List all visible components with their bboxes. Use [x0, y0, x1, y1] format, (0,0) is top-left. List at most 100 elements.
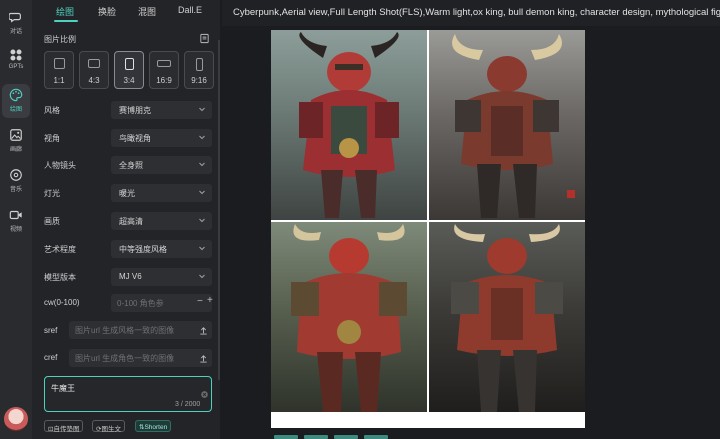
- cref-input[interactable]: 图片url 生成角色一致的图像: [69, 349, 212, 367]
- active-tab-indicator: [54, 20, 78, 22]
- chevron-down-icon: [199, 218, 205, 223]
- nav-rail: 对话 GPTs 绘图 画廊 音乐 视频: [0, 0, 32, 439]
- select-value: 鸟瞰视角: [119, 134, 151, 143]
- ratio-option-1-1[interactable]: 1:1: [44, 51, 74, 89]
- generated-image-grid[interactable]: [271, 30, 585, 428]
- chevron-down-icon: [199, 274, 205, 279]
- tab-draw[interactable]: 绘图: [56, 5, 74, 18]
- quality-label: 画质: [44, 217, 60, 226]
- history-icon[interactable]: [199, 33, 210, 44]
- image-to-text-button[interactable]: ⟳图生文: [92, 420, 125, 433]
- rail-item-music[interactable]: 音乐: [2, 164, 30, 198]
- chevron-down-icon: [199, 162, 205, 167]
- model-version-label: 模型版本: [44, 273, 76, 282]
- bull-demon-figure: [299, 32, 399, 218]
- bull-demon-figure: [451, 224, 563, 412]
- select-value: 中等强度风格: [119, 245, 167, 254]
- ratio-shape-icon: [195, 58, 203, 71]
- ratio-label: 3:4: [123, 76, 135, 85]
- ratio-option-3-4[interactable]: 3:4: [114, 51, 144, 89]
- chevron-down-icon: [199, 135, 205, 140]
- ratio-label: 4:3: [88, 76, 100, 85]
- tab-blend[interactable]: 混图: [138, 5, 156, 18]
- ratio-option-9-16[interactable]: 9:16: [184, 51, 214, 89]
- chip-label: 图生文: [101, 426, 121, 433]
- image-tile-3[interactable]: [271, 222, 427, 412]
- chevron-down-icon: [199, 107, 205, 112]
- ratio-option-4-3[interactable]: 4:3: [79, 51, 109, 89]
- select-value: MJ V6: [119, 272, 142, 281]
- cw-label: cw(0-100): [44, 298, 80, 307]
- ratio-label: 1:1: [53, 76, 65, 85]
- rail-item-video[interactable]: 视频: [2, 204, 30, 238]
- action-button-u2[interactable]: [304, 435, 328, 439]
- cref-placeholder: 图片url 生成角色一致的图像: [75, 354, 175, 363]
- ratio-option-16-9[interactable]: 16:9: [149, 51, 179, 89]
- lighting-select[interactable]: 暖光: [111, 184, 212, 202]
- apps-icon: [10, 49, 22, 61]
- style-select[interactable]: 赛博朋克: [111, 101, 212, 119]
- image-tile-1[interactable]: [271, 30, 427, 220]
- upload-icon[interactable]: [199, 354, 208, 363]
- ratio-shape-icon: [88, 59, 100, 68]
- rail-item-gpts[interactable]: GPTs: [2, 44, 30, 78]
- chip-label: 自传垫图: [53, 426, 80, 433]
- upload-icon[interactable]: [199, 326, 208, 335]
- rail-item-chat[interactable]: 对话: [2, 6, 30, 40]
- action-button-u1[interactable]: [274, 435, 298, 439]
- mode-tabs: 绘图 换脸 混图 Dall.E: [32, 0, 220, 24]
- ratio-section-title: 图片比例: [44, 35, 76, 44]
- select-value: 暖光: [119, 189, 135, 198]
- rail-item-gallery[interactable]: 画廊: [2, 124, 30, 158]
- sref-input[interactable]: 图片url 生成风格一致的图像: [69, 321, 212, 339]
- avatar[interactable]: [4, 407, 28, 431]
- char-counter: 3 / 2000: [175, 401, 201, 408]
- rail-label: 绘图: [9, 107, 22, 113]
- rail-label: 视频: [9, 227, 22, 233]
- panel-scrollbar[interactable]: [218, 40, 220, 380]
- cw-stepper[interactable]: −: [197, 296, 203, 307]
- rail-label: 对话: [9, 29, 22, 35]
- prompt-display-bar: Cyberpunk,Aerial view,Full Length Shot(F…: [222, 0, 720, 26]
- tab-faceswap[interactable]: 换脸: [98, 5, 116, 18]
- cw-placeholder: 0-100 角色参: [117, 299, 164, 308]
- rail-label: 画廊: [9, 147, 22, 153]
- chevron-down-icon: [199, 246, 205, 251]
- tab-dalle[interactable]: Dall.E: [178, 5, 202, 15]
- art-level-label: 艺术程度: [44, 245, 76, 254]
- model-version-select[interactable]: MJ V6: [111, 268, 212, 286]
- gallery-icon: [10, 129, 22, 141]
- bull-demon-figure: [452, 34, 575, 218]
- action-button-u3[interactable]: [334, 435, 358, 439]
- image-tile-4[interactable]: [429, 222, 585, 412]
- select-value: 赛博朋克: [119, 106, 151, 115]
- prompt-textarea[interactable]: 牛魔王 3 / 2000: [44, 376, 212, 412]
- app-root: 对话 GPTs 绘图 画廊 音乐 视频 绘图 换脸 混图 Dall.E 图片比例…: [0, 0, 720, 439]
- clear-icon[interactable]: [201, 391, 208, 398]
- cw-plus[interactable]: +: [207, 295, 213, 306]
- bull-demon-figure: [291, 224, 407, 412]
- cref-label: cref: [44, 353, 58, 362]
- select-value: 超高清: [119, 217, 143, 226]
- rail-label: 音乐: [9, 187, 22, 193]
- ratio-shape-icon: [157, 60, 171, 67]
- palette-icon: [9, 88, 23, 102]
- art-level-select[interactable]: 中等强度风格: [111, 240, 212, 258]
- select-value: 全身照: [119, 161, 143, 170]
- shot-select[interactable]: 全身照: [111, 156, 212, 174]
- action-button-u4[interactable]: [364, 435, 388, 439]
- view-angle-select[interactable]: 鸟瞰视角: [111, 129, 212, 147]
- shorten-button[interactable]: ⇅Shorten: [135, 420, 172, 432]
- ratio-shape-icon: [53, 58, 65, 69]
- prompt-value: 牛魔王: [51, 384, 75, 393]
- image-tile-2[interactable]: [429, 30, 585, 220]
- sref-placeholder: 图片url 生成风格一致的图像: [75, 326, 175, 335]
- ratio-label: 9:16: [191, 76, 207, 85]
- shot-label: 人物镜头: [44, 161, 76, 170]
- rail-item-draw[interactable]: 绘图: [2, 84, 30, 118]
- ratio-label: 16:9: [156, 76, 172, 85]
- ratio-shape-icon: [124, 58, 134, 70]
- quality-select[interactable]: 超高清: [111, 212, 212, 230]
- sref-label: sref: [44, 326, 58, 335]
- upload-ref-image-button[interactable]: ⊡自传垫图: [44, 420, 84, 433]
